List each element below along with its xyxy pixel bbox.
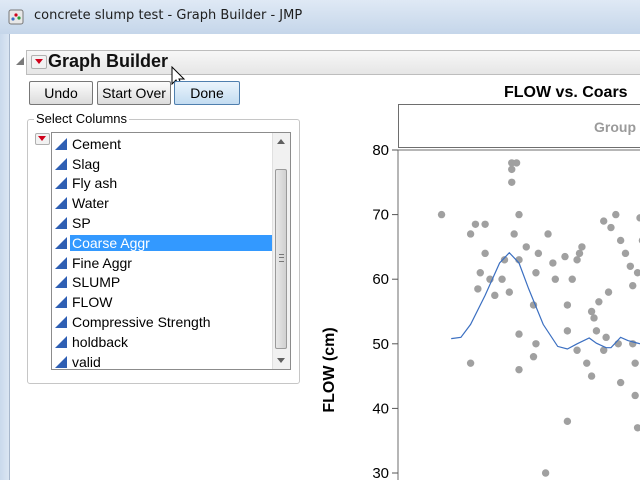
data-point xyxy=(529,353,538,361)
y-tick-label: 70 xyxy=(372,207,389,224)
data-point xyxy=(595,298,603,306)
data-point xyxy=(481,249,489,258)
data-point xyxy=(541,469,550,477)
data-point xyxy=(573,346,581,354)
data-point xyxy=(505,288,514,296)
data-point xyxy=(563,417,572,426)
data-point xyxy=(604,288,613,296)
data-point xyxy=(575,249,584,258)
data-point xyxy=(600,217,608,225)
data-point xyxy=(563,301,572,309)
scatter-plot[interactable]: 80 70 60 50 40 30 xyxy=(0,0,640,480)
y-tick-label: 80 xyxy=(372,142,389,159)
data-point xyxy=(498,275,506,283)
data-point xyxy=(522,243,530,251)
data-point xyxy=(491,291,499,300)
data-point xyxy=(532,340,540,348)
data-point xyxy=(561,252,569,261)
smoother-line xyxy=(451,251,640,350)
data-point xyxy=(510,230,518,238)
data-point xyxy=(544,230,552,238)
data-point xyxy=(616,378,625,387)
data-point xyxy=(568,275,576,283)
data-point xyxy=(626,262,635,270)
data-point xyxy=(508,178,516,186)
data-point xyxy=(471,220,480,228)
data-point xyxy=(631,359,639,367)
data-point xyxy=(629,281,637,290)
data-point xyxy=(474,285,482,293)
data-point xyxy=(612,210,620,219)
data-point xyxy=(633,269,640,277)
data-point xyxy=(592,327,601,335)
data-point xyxy=(587,307,596,316)
data-point xyxy=(573,256,581,264)
data-point xyxy=(476,269,484,277)
data-point xyxy=(578,243,586,251)
data-point xyxy=(515,365,523,374)
data-point xyxy=(616,236,625,245)
data-point xyxy=(549,259,557,267)
data-point xyxy=(515,210,523,219)
data-point xyxy=(602,333,610,342)
data-point xyxy=(587,372,596,380)
data-point xyxy=(621,249,630,258)
data-point xyxy=(590,314,598,322)
data-point xyxy=(631,391,639,400)
data-point xyxy=(515,330,523,338)
data-point xyxy=(614,340,622,348)
data-point xyxy=(583,359,591,367)
data-point xyxy=(481,220,489,228)
y-tick-label: 40 xyxy=(372,400,389,417)
data-point xyxy=(534,249,543,258)
data-point xyxy=(551,275,559,283)
data-point xyxy=(563,327,572,335)
data-point xyxy=(633,424,640,432)
y-tick-label: 60 xyxy=(372,271,389,288)
data-point xyxy=(512,159,521,167)
data-point xyxy=(508,165,516,174)
y-tick-label: 50 xyxy=(372,336,389,353)
data-point xyxy=(532,269,540,277)
data-point xyxy=(437,210,446,219)
data-point xyxy=(466,230,475,238)
data-point xyxy=(466,359,475,367)
data-point xyxy=(636,214,640,222)
y-tick-label: 30 xyxy=(372,465,389,480)
data-point xyxy=(607,223,615,232)
